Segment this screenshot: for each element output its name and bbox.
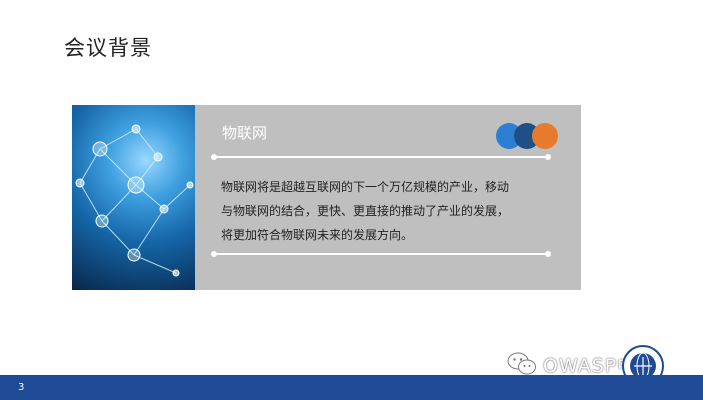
body-line: 物联网将是超越互联网的下一个万亿规模的产业，移动	[221, 180, 510, 194]
orange-dot-icon	[532, 123, 558, 149]
network-lines-icon	[75, 124, 194, 277]
accent-dots-icon	[496, 123, 558, 149]
card-body: 物联网将是超越互联网的下一个万亿规模的产业，移动 与物联网的结合，更快、更直接的…	[221, 175, 559, 247]
slide-title: 会议背景	[64, 36, 152, 60]
top-divider	[211, 154, 551, 160]
card-title: 物联网	[222, 124, 268, 142]
page-number: 3	[18, 382, 25, 393]
bottom-divider	[211, 251, 551, 257]
content-card: 物联网 物联网将是超越互联网的下一个万亿规模的产业，移动 与物联网的结合，更快、…	[72, 105, 581, 290]
body-line: 将更加符合物联网未来的发展方向。	[221, 228, 414, 242]
body-line: 与物联网的结合，更快、更直接的推动了产业的发展，	[221, 204, 510, 218]
wechat-icon	[507, 352, 536, 375]
iot-network-image	[72, 105, 195, 290]
footer-bar	[0, 375, 703, 400]
